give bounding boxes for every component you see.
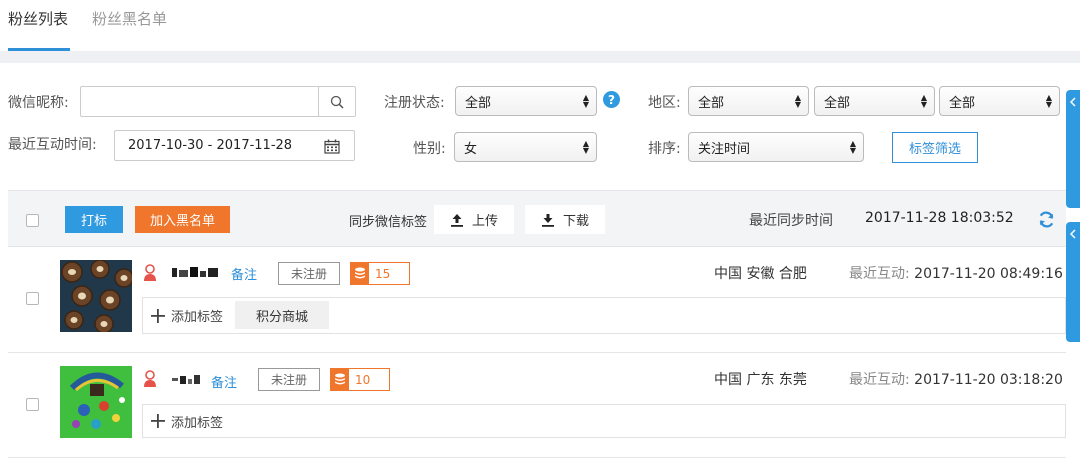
add-tag-label: 添加标签: [171, 415, 224, 431]
gender-value: 女: [464, 141, 478, 157]
avatar[interactable]: [60, 260, 132, 332]
upload-button[interactable]: 上传: [434, 205, 514, 234]
fan-nickname-censored: [172, 266, 220, 277]
plus-icon: [151, 414, 165, 428]
fan-location: 中国 广东 东莞: [714, 372, 807, 388]
points-badge: 10: [330, 368, 390, 391]
last-interaction: 最近互动: 2017-11-20 03:18:20: [849, 369, 1063, 389]
female-user-icon: [144, 370, 156, 387]
plus-icon: [151, 308, 165, 323]
region-country-value: 全部: [698, 95, 725, 111]
sync-wechat-tags-label: 同步微信标签: [349, 215, 428, 230]
remark-link[interactable]: 备注: [211, 372, 237, 391]
last-interaction-time: 2017-11-20 08:49:16: [914, 266, 1063, 282]
add-tag-button[interactable]: 添加标签: [151, 298, 223, 333]
fan-row-checkbox[interactable]: [26, 398, 39, 411]
select-all-checkbox[interactable]: [26, 214, 39, 227]
region-label: 地区:: [648, 95, 681, 111]
sort-value: 关注时间: [698, 141, 751, 157]
fan-row-checkbox[interactable]: [26, 292, 39, 305]
last-interaction-time: 2017-11-20 03:18:20: [914, 372, 1063, 388]
region-country-select[interactable]: 全部 ▲ ▼: [688, 86, 809, 116]
sort-select[interactable]: 关注时间 ▲ ▼: [688, 132, 864, 162]
avatar-coffee-image: [60, 260, 132, 332]
download-icon: [541, 213, 554, 227]
database-icon: [331, 369, 349, 390]
tab-fan-blacklist[interactable]: 粉丝黑名单: [92, 8, 167, 29]
fan-location: 中国 安徽 合肥: [714, 266, 807, 282]
interaction-time-label: 最近互动时间:: [8, 137, 97, 153]
reg-status-select[interactable]: 全部 ▲ ▼: [455, 86, 597, 116]
avatar[interactable]: [60, 366, 132, 438]
select-arrows-icon: ▲ ▼: [1045, 93, 1052, 109]
last-sync-time: 2017-11-28 18:03:52: [865, 210, 1014, 226]
reg-status-label: 注册状态:: [384, 95, 445, 111]
chevron-left-icon: [1069, 97, 1076, 107]
side-panel-tab[interactable]: [1066, 90, 1080, 208]
select-arrows-icon: ▲ ▼: [920, 93, 927, 109]
points-value: 10: [355, 372, 371, 387]
interaction-date-range-value: 2017-10-30 - 2017-11-28: [128, 138, 293, 153]
database-icon: [351, 263, 369, 284]
registration-status-badge: 未注册: [278, 262, 340, 285]
help-icon[interactable]: ?: [603, 91, 620, 108]
registration-status-badge: 未注册: [258, 368, 320, 391]
tag-box: 添加标签 积分商城: [142, 297, 1066, 334]
fan-nickname-censored: [172, 373, 200, 384]
region-province-select[interactable]: 全部 ▲ ▼: [814, 86, 935, 116]
search-icon: [330, 95, 344, 109]
points-value: 15: [375, 266, 391, 281]
download-label: 下载: [562, 214, 589, 229]
gender-label: 性别:: [413, 141, 446, 157]
select-arrows-icon: ▲ ▼: [794, 93, 801, 109]
region-city-select[interactable]: 全部 ▲ ▼: [939, 86, 1060, 116]
last-sync-label: 最近同步时间: [749, 213, 833, 229]
upload-icon: [450, 213, 463, 227]
mark-button[interactable]: 打标: [65, 206, 123, 233]
chevron-left-icon: [1069, 229, 1076, 239]
female-user-icon: [144, 264, 156, 281]
tag-box: 添加标签: [142, 404, 1066, 438]
remark-link[interactable]: 备注: [231, 264, 257, 283]
select-arrows-icon: ▲ ▼: [582, 139, 589, 155]
reg-status-value: 全部: [465, 95, 492, 111]
upload-label: 上传: [471, 214, 498, 229]
select-arrows-icon: ▲ ▼: [849, 139, 856, 155]
add-tag-label: 添加标签: [171, 310, 224, 325]
last-interaction: 最近互动: 2017-11-20 08:49:16: [849, 263, 1063, 283]
nickname-label: 微信昵称:: [8, 95, 69, 111]
divider-band: [0, 51, 1080, 63]
tag-filter-button[interactable]: 标签筛选: [892, 132, 978, 163]
last-interaction-label: 最近互动:: [849, 266, 910, 282]
add-to-blacklist-button[interactable]: 加入黑名单: [135, 206, 230, 233]
download-button[interactable]: 下载: [525, 205, 605, 234]
sort-label: 排序:: [648, 141, 681, 157]
gender-select[interactable]: 女 ▲ ▼: [454, 132, 597, 162]
tab-fan-list[interactable]: 粉丝列表: [8, 8, 68, 29]
add-tag-button[interactable]: 添加标签: [151, 405, 223, 437]
region-city-value: 全部: [949, 95, 976, 111]
points-badge: 15: [350, 262, 410, 285]
refresh-icon[interactable]: [1037, 210, 1056, 229]
select-arrows-icon: ▲ ▼: [582, 93, 589, 109]
nickname-input[interactable]: [80, 86, 320, 117]
search-button[interactable]: [318, 86, 356, 117]
tag-chip[interactable]: 积分商城: [235, 301, 329, 329]
side-panel-tab[interactable]: [1066, 222, 1080, 342]
region-province-value: 全部: [824, 95, 851, 111]
last-interaction-label: 最近互动:: [849, 372, 910, 388]
calendar-icon: [324, 139, 340, 154]
interaction-date-range-input[interactable]: 2017-10-30 - 2017-11-28: [114, 130, 355, 161]
avatar-game-image: [60, 366, 132, 438]
